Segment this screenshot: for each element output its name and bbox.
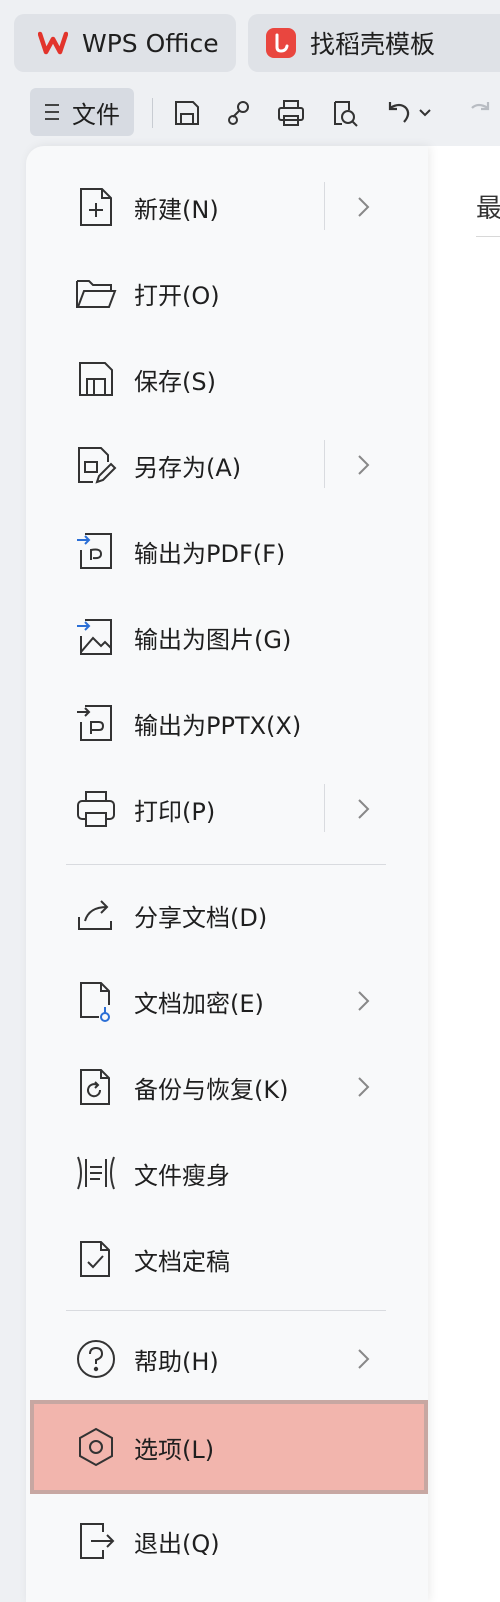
export-image-icon [74, 615, 118, 659]
menu-item-new[interactable]: 新建(N) [26, 164, 428, 250]
export-pptx-icon [74, 701, 118, 745]
menu-item-backup-restore[interactable]: 备份与恢复(K) [26, 1044, 428, 1130]
quick-toolbar: 文件 [0, 84, 500, 140]
share-link-icon[interactable] [222, 96, 256, 130]
menu-item-label: 输出为PPTX(X) [134, 711, 302, 740]
chevron-right-icon[interactable] [354, 450, 374, 480]
hamburger-icon [44, 102, 60, 122]
menu-item-label: 帮助(H) [134, 1347, 219, 1376]
save-as-icon [74, 443, 118, 487]
options-icon [74, 1425, 118, 1469]
title-bar: WPS Office 找稻壳模板 [0, 0, 500, 84]
menu-item-label: 另存为(A) [134, 453, 242, 482]
document-area: 最 [428, 146, 500, 1602]
menu-item-save-as[interactable]: 另存为(A) [26, 422, 428, 508]
menu-item-label: 分享文档(D) [134, 903, 268, 932]
wps-logo-icon [38, 31, 68, 55]
encrypt-icon [74, 979, 118, 1023]
chevron-right-icon[interactable] [354, 192, 374, 222]
chevron-right-icon[interactable] [354, 1344, 374, 1374]
menu-separator [66, 864, 386, 865]
print-icon[interactable] [274, 96, 308, 130]
submenu-divider [324, 784, 325, 832]
menu-item-share-document[interactable]: 分享文档(D) [26, 872, 428, 958]
menu-item-label: 打开(O) [134, 281, 220, 310]
menu-item-label: 打印(P) [134, 797, 216, 826]
menu-item-export-pptx[interactable]: 输出为PPTX(X) [26, 680, 428, 766]
tab-label: 找稻壳模板 [310, 30, 436, 59]
share-icon [74, 893, 118, 937]
folder-open-icon [74, 271, 118, 315]
new-file-icon [74, 185, 118, 229]
tab-wps-office[interactable]: WPS Office [14, 14, 236, 72]
menu-item-label: 输出为图片(G) [134, 625, 292, 654]
menu-item-label: 保存(S) [134, 367, 216, 396]
save-icon[interactable] [170, 96, 204, 130]
document-rule [476, 236, 500, 237]
redo-icon[interactable] [462, 96, 496, 130]
chevron-right-icon[interactable] [354, 986, 374, 1016]
chevron-right-icon[interactable] [354, 794, 374, 824]
document-peek-text: 最 [476, 194, 500, 224]
chevron-right-icon[interactable] [354, 1072, 374, 1102]
menu-item-options[interactable]: 选项(L) [30, 1400, 428, 1494]
menu-item-label: 输出为PDF(F) [134, 539, 286, 568]
menu-item-export-pdf[interactable]: 输出为PDF(F) [26, 508, 428, 594]
menu-item-open[interactable]: 打开(O) [26, 250, 428, 336]
menu-item-file-slim[interactable]: 文件瘦身 [26, 1130, 428, 1216]
help-icon [74, 1337, 118, 1381]
menu-item-label: 文档加密(E) [134, 989, 264, 1018]
docer-logo-icon [266, 28, 296, 58]
save-icon [74, 357, 118, 401]
finalize-icon [74, 1237, 118, 1281]
menu-item-label: 退出(Q) [134, 1529, 220, 1558]
menu-item-help[interactable]: 帮助(H) [26, 1316, 428, 1402]
export-pdf-icon [74, 529, 118, 573]
menu-item-print[interactable]: 打印(P) [26, 766, 428, 852]
menu-item-label: 备份与恢复(K) [134, 1075, 289, 1104]
file-menu-label: 文件 [72, 100, 120, 129]
compress-icon [74, 1151, 118, 1195]
tab-docer-templates[interactable]: 找稻壳模板 [248, 14, 500, 72]
toolbar-divider [152, 98, 153, 128]
menu-item-save[interactable]: 保存(S) [26, 336, 428, 422]
file-menu-button[interactable]: 文件 [30, 88, 134, 136]
submenu-divider [324, 440, 325, 488]
menu-separator [66, 1310, 386, 1311]
dropdown-icon[interactable] [414, 96, 436, 130]
menu-item-export-image[interactable]: 输出为图片(G) [26, 594, 428, 680]
exit-icon [74, 1519, 118, 1563]
file-menu: 新建(N) 打开(O) 保存(S) 另存为(A) 输出为PDF(F) 输出为图片… [26, 146, 428, 1602]
menu-item-label: 新建(N) [134, 195, 219, 224]
menu-item-encrypt-document[interactable]: 文档加密(E) [26, 958, 428, 1044]
menu-item-label: 文档定稿 [134, 1247, 230, 1276]
print-preview-icon[interactable] [328, 96, 362, 130]
menu-item-exit[interactable]: 退出(Q) [26, 1498, 428, 1584]
menu-item-finalize-document[interactable]: 文档定稿 [26, 1216, 428, 1302]
undo-icon[interactable] [382, 96, 416, 130]
print-icon [74, 787, 118, 831]
backup-icon [74, 1065, 118, 1109]
menu-item-label: 选项(L) [134, 1435, 215, 1464]
menu-item-label: 文件瘦身 [134, 1161, 230, 1190]
submenu-divider [324, 182, 325, 230]
tab-label: WPS Office [82, 28, 219, 58]
